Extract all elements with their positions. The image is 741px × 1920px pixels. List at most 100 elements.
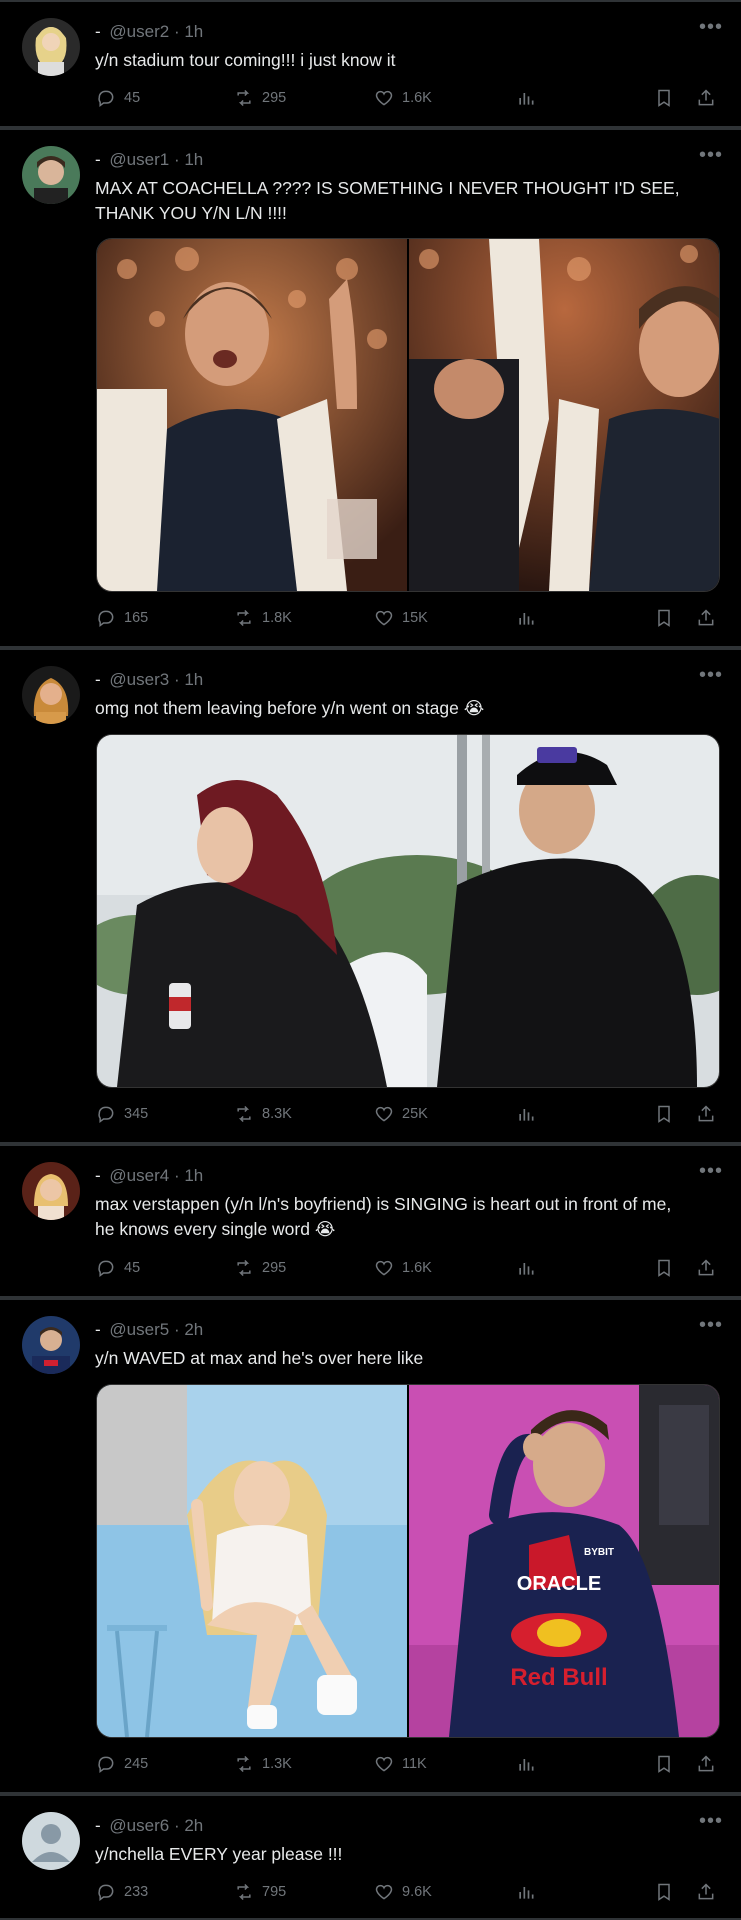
tweet-text: y/n WAVED at max and he's over here like (95, 1348, 424, 1368)
tweet[interactable]: - @user5 · 2h ••• y/n WAVED at max and h… (0, 1298, 741, 1794)
like-button[interactable]: 1.6K (374, 88, 432, 108)
bookmark-icon (658, 1883, 670, 1901)
tweet-media[interactable]: ORACLE Red Bull BYBIT (96, 1384, 720, 1738)
repost-icon (237, 1883, 251, 1901)
timestamp[interactable]: · 2h (174, 1320, 203, 1339)
like-button[interactable]: 9.6K (374, 1882, 432, 1902)
more-icon[interactable]: ••• (699, 1314, 723, 1337)
tweet[interactable]: - @user1 · 1h ••• MAX AT COACHELLA ???? … (0, 128, 741, 648)
like-icon (375, 1884, 393, 1900)
share-button[interactable] (696, 1754, 716, 1774)
tweet-meta: - @user6 · 2h (95, 1816, 203, 1836)
bookmark-icon (658, 1259, 670, 1277)
share-button[interactable] (696, 1882, 716, 1902)
more-icon[interactable]: ••• (699, 144, 723, 167)
bookmark-button[interactable] (654, 1258, 674, 1278)
bookmark-button[interactable] (654, 608, 674, 628)
share-button[interactable] (696, 1258, 716, 1278)
like-button[interactable]: 11K (374, 1754, 427, 1774)
repost-icon (237, 609, 251, 627)
reply-button[interactable]: 45 (96, 1258, 140, 1278)
tweet[interactable]: - @user4 · 1h ••• max verstappen (y/n l/… (0, 1144, 741, 1298)
like-button[interactable]: 25K (374, 1104, 428, 1124)
avatar[interactable] (22, 1316, 80, 1374)
more-icon[interactable]: ••• (699, 664, 723, 687)
bookmark-button[interactable] (654, 88, 674, 108)
username[interactable]: @user5 (109, 1320, 169, 1339)
reply-button[interactable]: 233 (96, 1882, 148, 1902)
bookmark-button[interactable] (654, 1882, 674, 1902)
media-image[interactable] (97, 239, 407, 591)
reply-button[interactable]: 165 (96, 608, 148, 628)
reply-button[interactable]: 45 (96, 88, 140, 108)
more-icon[interactable]: ••• (699, 1810, 723, 1833)
tweet[interactable]: - @user6 · 2h ••• y/nchella EVERY year p… (0, 1794, 741, 1920)
tweet-meta: - @user1 · 1h (95, 150, 203, 170)
repost-button[interactable]: 795 (234, 1882, 286, 1902)
media-image[interactable] (407, 239, 719, 591)
views-button[interactable] (516, 1258, 536, 1278)
bookmark-button[interactable] (654, 1104, 674, 1124)
avatar[interactable] (22, 666, 80, 724)
timestamp[interactable]: · 1h (174, 150, 203, 169)
username[interactable]: @user4 (109, 1166, 169, 1185)
reply-button[interactable]: 345 (96, 1104, 148, 1124)
like-button[interactable]: 1.6K (374, 1258, 432, 1278)
timestamp[interactable]: · 2h (174, 1816, 203, 1835)
tweet-text: y/n stadium tour coming!!! i just know i… (95, 50, 396, 70)
media-image[interactable] (97, 1385, 407, 1737)
share-button[interactable] (696, 88, 716, 108)
bookmark-button[interactable] (654, 1754, 674, 1774)
avatar[interactable] (22, 1812, 80, 1870)
display-name: - (95, 1816, 101, 1835)
more-icon[interactable]: ••• (699, 1160, 723, 1183)
tweet-media[interactable] (96, 734, 720, 1088)
timestamp[interactable]: · 1h (174, 22, 203, 41)
repost-button[interactable]: 1.8K (234, 608, 292, 628)
reply-count: 233 (124, 1884, 149, 1900)
tweet[interactable]: - @user2 · 1h ••• y/n stadium tour comin… (0, 0, 741, 128)
username[interactable]: @user1 (109, 150, 169, 169)
like-button[interactable]: 15K (374, 608, 428, 628)
like-icon (375, 90, 393, 106)
reply-button[interactable]: 245 (96, 1754, 148, 1774)
views-button[interactable] (516, 1882, 536, 1902)
display-name: - (95, 1320, 101, 1339)
views-button[interactable] (516, 608, 536, 628)
avatar[interactable] (22, 1162, 80, 1220)
repost-button[interactable]: 295 (234, 1258, 286, 1278)
avatar[interactable] (22, 18, 80, 76)
timestamp[interactable]: · 1h (174, 1166, 203, 1185)
repost-count: 1.8K (262, 610, 292, 626)
more-icon[interactable]: ••• (699, 16, 723, 39)
bookmark-icon (658, 1755, 670, 1773)
tweet-media[interactable] (96, 238, 720, 592)
like-count: 1.6K (402, 90, 432, 106)
username[interactable]: @user3 (109, 670, 169, 689)
avatar[interactable] (22, 146, 80, 204)
action-bar: 233 795 9.6K (96, 1882, 716, 1906)
display-name: - (95, 22, 101, 41)
timestamp[interactable]: · 1h (174, 670, 203, 689)
views-button[interactable] (516, 88, 536, 108)
reply-icon (98, 1106, 114, 1123)
share-icon (698, 89, 714, 106)
share-button[interactable] (696, 608, 716, 628)
share-button[interactable] (696, 1104, 716, 1124)
bookmark-icon (658, 1105, 670, 1123)
username[interactable]: @user2 (109, 22, 169, 41)
media-image[interactable]: ORACLE Red Bull BYBIT (407, 1385, 719, 1737)
like-count: 25K (402, 1106, 428, 1122)
repost-count: 795 (262, 1884, 287, 1900)
share-icon (698, 1259, 714, 1276)
tweet[interactable]: - @user3 · 1h ••• omg not them leaving b… (0, 648, 741, 1144)
repost-button[interactable]: 1.3K (234, 1754, 292, 1774)
repost-button[interactable]: 8.3K (234, 1104, 292, 1124)
views-button[interactable] (516, 1754, 536, 1774)
reply-icon (98, 610, 114, 627)
username[interactable]: @user6 (109, 1816, 169, 1835)
views-button[interactable] (516, 1104, 536, 1124)
media-image[interactable] (97, 735, 719, 1087)
repost-button[interactable]: 295 (234, 88, 286, 108)
views-icon (519, 1109, 534, 1121)
